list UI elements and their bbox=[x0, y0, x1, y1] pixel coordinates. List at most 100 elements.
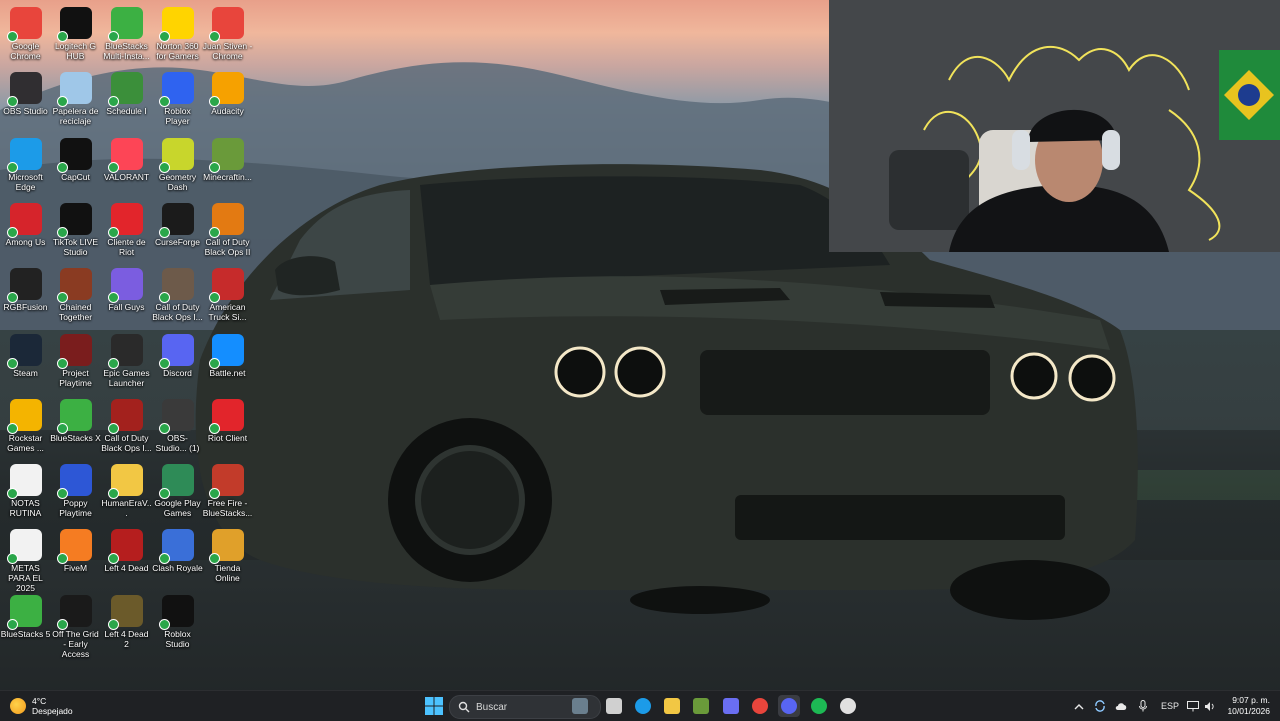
desktop-shortcut[interactable]: Steam bbox=[0, 331, 51, 393]
desktop-shortcut[interactable]: Left 4 Dead bbox=[101, 526, 152, 588]
desktop-shortcut[interactable]: Norton 360 for Gamers bbox=[152, 4, 203, 66]
desktop-shortcut[interactable]: BlueStacks X bbox=[50, 396, 101, 458]
taskbar-edge-button[interactable] bbox=[632, 695, 654, 717]
sync-status-check-icon bbox=[6, 357, 18, 369]
desktop-shortcut[interactable]: OBS Studio bbox=[0, 69, 51, 131]
sync-status-check-icon bbox=[6, 96, 18, 108]
valorant-icon bbox=[107, 137, 143, 173]
desktop-shortcut[interactable]: Clash Royale bbox=[152, 526, 203, 588]
desktop-shortcut-label: Papelera de reciclaje bbox=[52, 106, 99, 127]
desktop-shortcut[interactable]: Among Us bbox=[0, 200, 51, 262]
tray-microphone-icon[interactable] bbox=[1136, 698, 1150, 714]
tray-network-icon[interactable] bbox=[1186, 698, 1200, 714]
taskbar-chrome-button[interactable] bbox=[749, 695, 771, 717]
sync-status-check-icon bbox=[208, 488, 220, 500]
desktop-shortcut[interactable]: Cliente de Riot bbox=[101, 200, 152, 262]
taskbar-clock[interactable]: 9:07 p. m. 10/01/2026 bbox=[1227, 695, 1270, 717]
desktop-shortcut[interactable]: CurseForge bbox=[152, 200, 203, 262]
desktop-shortcut[interactable]: VALORANT bbox=[101, 135, 152, 197]
desktop-shortcut[interactable]: Call of Duty Black Ops I... bbox=[101, 396, 152, 458]
sync-status-check-icon bbox=[107, 488, 119, 500]
weather-temp: 4°C bbox=[32, 696, 47, 706]
minecraft-icon bbox=[208, 137, 244, 173]
desktop-shortcut[interactable]: Fall Guys bbox=[101, 265, 152, 327]
tray-overflow-chevron-icon[interactable] bbox=[1072, 698, 1086, 714]
sync-status-check-icon bbox=[107, 357, 119, 369]
sync-status-check-icon bbox=[208, 161, 220, 173]
desktop-shortcut[interactable]: FiveM bbox=[50, 526, 101, 588]
desktop-shortcut[interactable]: RGBFusion bbox=[0, 265, 51, 327]
desktop-shortcut-label: Audacity bbox=[211, 106, 244, 117]
desktop-shortcut-label: Project Playtime bbox=[59, 367, 92, 388]
clock-time: 9:07 p. m. bbox=[1232, 695, 1270, 705]
desktop-shortcut[interactable]: Papelera de reciclaje bbox=[50, 69, 101, 131]
sync-status-check-icon bbox=[158, 488, 170, 500]
desktop-shortcut-label: Poppy Playtime bbox=[59, 498, 92, 519]
desktop-shortcut[interactable]: CapCut bbox=[50, 135, 101, 197]
desktop-shortcut[interactable]: Tienda Online bbox=[202, 526, 253, 588]
weather-widget[interactable]: 4°C Despejado bbox=[10, 694, 73, 718]
geometry-dash-icon bbox=[158, 137, 194, 173]
tray-language[interactable]: ESP bbox=[1159, 698, 1181, 714]
desktop-shortcut[interactable]: Roblox Studio bbox=[152, 592, 203, 654]
desktop-shortcut[interactable]: Roblox Player bbox=[152, 69, 203, 131]
desktop-shortcut[interactable]: METAS PARA EL 2025 bbox=[0, 526, 51, 593]
sync-status-check-icon bbox=[107, 226, 119, 238]
taskbar-obs-button[interactable] bbox=[837, 695, 859, 717]
tray-sync-icon[interactable] bbox=[1093, 698, 1107, 714]
taskbar-widget-app-button[interactable] bbox=[566, 695, 594, 717]
desktop-shortcut[interactable]: Google Chrome bbox=[0, 4, 51, 66]
desktop-shortcut[interactable]: American Truck Si... bbox=[202, 265, 253, 327]
sync-status-check-icon bbox=[56, 161, 68, 173]
desktop-shortcut[interactable]: Free Fire - BlueStacks... bbox=[202, 461, 253, 523]
desktop-shortcut[interactable]: Riot Client bbox=[202, 396, 253, 458]
desktop-shortcut[interactable]: Chained Together bbox=[50, 265, 101, 327]
desktop-shortcut[interactable]: Project Playtime bbox=[50, 331, 101, 393]
sync-status-check-icon bbox=[158, 618, 170, 630]
weather-sun-icon bbox=[10, 698, 26, 714]
desktop-shortcut[interactable]: TikTok LIVE Studio bbox=[50, 200, 101, 262]
sync-status-check-icon bbox=[6, 488, 18, 500]
tray-volume-icon[interactable] bbox=[1203, 698, 1217, 714]
desktop-shortcut[interactable]: Audacity bbox=[202, 69, 253, 131]
copilot-icon bbox=[723, 698, 739, 714]
desktop-shortcut[interactable]: NOTAS RUTINA bbox=[0, 461, 51, 523]
desktop-shortcut[interactable]: Call of Duty Black Ops II bbox=[202, 200, 253, 262]
desktop-shortcut-label: Call of Duty Black Ops II bbox=[204, 236, 251, 257]
taskbar-copilot-button[interactable] bbox=[720, 695, 742, 717]
desktop-shortcut[interactable]: Left 4 Dead 2 bbox=[101, 592, 152, 654]
desktop-shortcut[interactable]: HumanEraV... bbox=[101, 461, 152, 523]
desktop-shortcut[interactable]: BlueStacks 5 bbox=[0, 592, 51, 654]
desktop-shortcut[interactable]: Epic Games Launcher bbox=[101, 331, 152, 393]
taskbar-discord-button[interactable] bbox=[778, 695, 800, 717]
desktop-shortcut[interactable]: Google Play Games bbox=[152, 461, 203, 523]
obs-icon bbox=[6, 72, 42, 108]
desktop-shortcut[interactable]: Logitech G HUB bbox=[50, 4, 101, 66]
desktop-shortcut[interactable]: Rockstar Games ... bbox=[0, 396, 51, 458]
desktop-shortcut[interactable]: Geometry Dash bbox=[152, 135, 203, 197]
start-windows-icon[interactable] bbox=[424, 696, 444, 716]
desktop-shortcut[interactable]: Juan Stiven - Chrome bbox=[202, 4, 253, 66]
capcut-icon bbox=[56, 137, 92, 173]
taskbar-spotify-button[interactable] bbox=[808, 695, 830, 717]
desktop-shortcut[interactable]: Schedule I bbox=[101, 69, 152, 131]
shortcut-icon bbox=[208, 529, 244, 565]
desktop-shortcut[interactable]: Discord bbox=[152, 331, 203, 393]
desktop-shortcut[interactable]: Off The Grid - Early Access bbox=[50, 592, 101, 659]
sync-status-check-icon bbox=[56, 488, 68, 500]
tray-cloud-icon[interactable] bbox=[1114, 698, 1128, 714]
taskbar-minecraft-button[interactable] bbox=[690, 695, 712, 717]
desktop-shortcut[interactable]: OBS-Studio... (1) bbox=[152, 396, 203, 458]
discord-icon bbox=[781, 698, 797, 714]
desktop-shortcut-label: Call of Duty Black Ops I... bbox=[101, 432, 152, 453]
desktop-shortcut[interactable]: Microsoft Edge bbox=[0, 135, 51, 197]
desktop-shortcut-label: OBS Studio bbox=[3, 106, 48, 117]
taskbar-file-explorer-button[interactable] bbox=[661, 695, 683, 717]
desktop-shortcut[interactable]: BlueStacks Multi-Insta... bbox=[101, 4, 152, 66]
desktop-shortcut[interactable]: Call of Duty Black Ops I... bbox=[152, 265, 203, 327]
desktop-shortcut[interactable]: Battle.net bbox=[202, 331, 253, 393]
desktop-shortcut-label: Riot Client bbox=[207, 432, 248, 443]
desktop-shortcut[interactable]: Minecraftin... bbox=[202, 135, 253, 197]
desktop-shortcut[interactable]: Poppy Playtime bbox=[50, 461, 101, 523]
taskbar-task-view-button[interactable] bbox=[603, 695, 625, 717]
